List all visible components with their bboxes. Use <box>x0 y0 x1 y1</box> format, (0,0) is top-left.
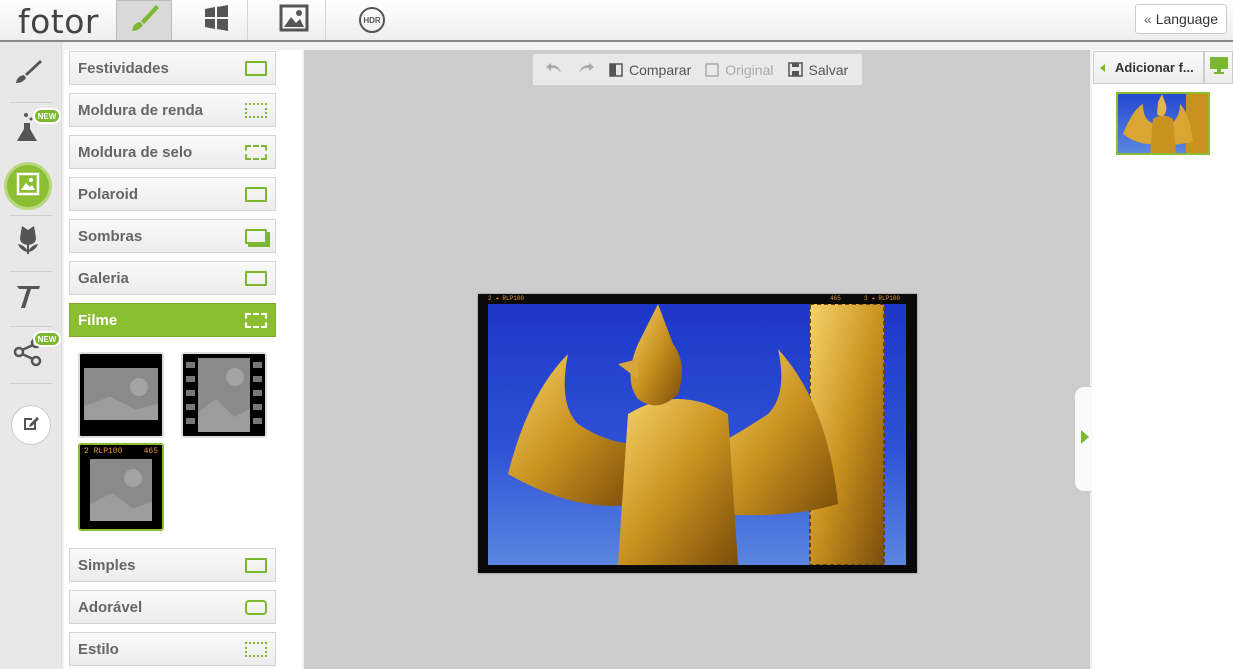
save-icon <box>787 62 803 77</box>
edit-square-icon <box>21 413 41 438</box>
category-polaroid[interactable]: Polaroid <box>69 177 276 211</box>
hdr-icon: HDR <box>359 7 385 33</box>
frame-icon <box>16 172 40 201</box>
save-button[interactable]: Salvar <box>787 62 848 78</box>
redo-button[interactable] <box>577 61 595 78</box>
framed-photo[interactable]: 2 ◂ RLP100 465 3 ◂ RLP100 <box>478 294 917 573</box>
polaroid-frame-icon <box>245 186 267 202</box>
monitor-icon <box>1209 56 1229 79</box>
festive-frame-icon <box>245 60 267 76</box>
original-icon <box>705 62 719 77</box>
placeholder-image-icon <box>90 459 152 521</box>
frame-category-panel: Festividades Moldura de renda Moldura de… <box>64 50 302 669</box>
film-frame-option-3[interactable]: 2 RLP100 465 <box>78 443 164 531</box>
placeholder-image-icon <box>84 368 158 420</box>
tab-collage[interactable] <box>184 0 248 40</box>
compare-button[interactable]: Comparar <box>609 62 691 78</box>
category-adoravel[interactable]: Adorável <box>69 590 276 624</box>
undo-icon <box>545 61 563 78</box>
tulip-icon <box>14 224 42 261</box>
adorable-frame-icon <box>245 599 267 615</box>
lace-frame-icon <box>245 102 267 118</box>
tab-beauty[interactable] <box>262 0 326 40</box>
brush-icon <box>128 2 160 39</box>
tool-stickers[interactable] <box>6 220 50 264</box>
redo-icon <box>577 61 595 78</box>
tool-edit-square[interactable] <box>11 405 51 445</box>
tool-frames[interactable] <box>4 162 52 210</box>
category-filme[interactable]: Filme <box>69 303 276 337</box>
tool-text[interactable] <box>6 276 50 320</box>
photo-thumbnail[interactable] <box>1116 92 1210 155</box>
triangle-left-icon <box>1100 63 1105 72</box>
new-badge: NEW <box>33 331 61 347</box>
tool-column: NEW NEW <box>0 42 62 669</box>
fotor-logo[interactable]: fotor <box>18 2 99 41</box>
text-icon <box>13 281 43 316</box>
top-bar: fotor HDR « Language <box>0 0 1233 42</box>
brush-icon <box>13 57 43 92</box>
category-simples[interactable]: Simples <box>69 548 276 582</box>
picture-icon <box>279 4 309 37</box>
triangle-right-icon <box>1080 429 1089 449</box>
gallery-frame-icon <box>245 270 267 286</box>
photo-library-panel: Adicionar f... <box>1092 50 1233 669</box>
category-moldura-de-selo[interactable]: Moldura de selo <box>69 135 276 169</box>
double-chevron-left-icon: « <box>1143 11 1152 27</box>
language-button[interactable]: « Language <box>1134 4 1227 34</box>
language-label: Language <box>1155 11 1218 27</box>
film-frame-option-2[interactable] <box>181 352 267 438</box>
canvas-toolbar: Comparar Original Salvar <box>532 53 863 86</box>
garuda-statue-photo <box>488 304 906 565</box>
original-button[interactable]: Original <box>705 62 774 78</box>
collage-icon <box>202 4 230 37</box>
film-frame-icon <box>245 312 267 328</box>
new-badge: NEW <box>33 108 61 124</box>
compare-icon <box>609 62 623 77</box>
add-photo-button[interactable]: Adicionar f... <box>1093 51 1204 84</box>
toggle-right-panel-button[interactable] <box>1074 386 1094 492</box>
stamp-frame-icon <box>245 144 267 160</box>
simple-frame-icon <box>245 557 267 573</box>
category-galeria[interactable]: Galeria <box>69 261 276 295</box>
category-estilo[interactable]: Estilo <box>69 632 276 666</box>
style-frame-icon <box>245 641 267 657</box>
placeholder-image-icon <box>198 358 250 432</box>
film-frame-option-1[interactable] <box>78 352 164 438</box>
category-sombras[interactable]: Sombras <box>69 219 276 253</box>
category-festividades[interactable]: Festividades <box>69 51 276 85</box>
editing-canvas: Comparar Original Salvar 2 ◂ RLP100 465 … <box>304 50 1094 669</box>
tab-hdr[interactable]: HDR <box>340 0 404 40</box>
shadow-frame-icon <box>245 228 267 244</box>
category-moldura-de-renda[interactable]: Moldura de renda <box>69 93 276 127</box>
tool-adjust[interactable] <box>6 52 50 96</box>
tab-edit[interactable] <box>116 0 172 40</box>
monitor-button[interactable] <box>1204 51 1233 84</box>
top-nav: HDR <box>116 0 418 40</box>
undo-button[interactable] <box>545 61 563 78</box>
